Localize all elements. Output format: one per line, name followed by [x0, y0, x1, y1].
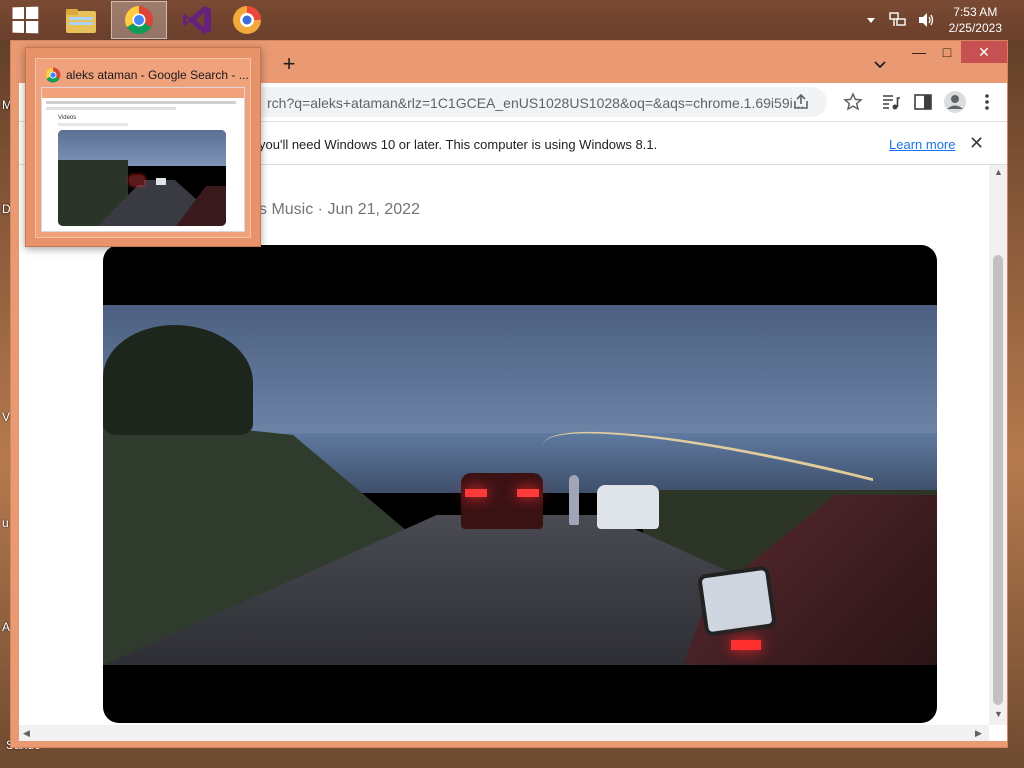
share-icon[interactable]: [791, 92, 811, 112]
side-mirror: [697, 565, 777, 637]
close-window-button[interactable]: ✕: [961, 41, 1007, 63]
chrome-icon: [125, 6, 153, 34]
scroll-down-arrow-icon[interactable]: ▼: [994, 709, 1003, 719]
vertical-scroll-thumb[interactable]: [993, 255, 1003, 705]
vertical-scrollbar[interactable]: ▲ ▼: [989, 165, 1007, 725]
person-figure: [569, 475, 579, 525]
scroll-up-arrow-icon[interactable]: ▲: [994, 167, 1003, 177]
window-controls: — □ ✕: [905, 41, 1007, 63]
taskbar: 7:53 AM 2/25/2023: [0, 0, 1024, 40]
taskbar-clock[interactable]: 7:53 AM 2/25/2023: [945, 4, 1024, 36]
tab-search-chevron-icon[interactable]: [873, 58, 887, 72]
preview-video-thumbnail: [58, 130, 226, 226]
chrome-favicon-icon: [45, 67, 61, 83]
profile-avatar-icon[interactable]: [943, 90, 967, 114]
horizontal-scrollbar[interactable]: ◀ ▶: [19, 725, 989, 741]
maximize-button[interactable]: □: [933, 41, 961, 63]
bookmark-star-icon[interactable]: [843, 92, 863, 112]
folder-icon: [66, 9, 96, 33]
windows-logo-icon: [12, 6, 39, 34]
network-icon[interactable]: [888, 12, 907, 28]
infobar-close-button[interactable]: ✕: [969, 133, 984, 154]
white-car: [597, 485, 659, 529]
video-player[interactable]: [103, 245, 937, 723]
new-tab-button[interactable]: +: [277, 53, 301, 77]
video-meta-line: s Music · Jun 21, 2022: [259, 201, 420, 218]
volume-icon[interactable]: [917, 12, 935, 28]
browser-orb-icon: [233, 6, 261, 34]
preview-screenshot: Videos: [41, 87, 245, 232]
taskbar-file-explorer[interactable]: [56, 0, 106, 40]
desktop-icon-label[interactable]: V: [2, 410, 10, 424]
visual-studio-icon: [183, 6, 211, 34]
minimize-button[interactable]: —: [905, 41, 933, 63]
preview-section-label: Videos: [58, 115, 77, 121]
preview-title: aleks ataman - Google Search - ...: [66, 68, 248, 82]
infobar-message: you'll need Windows 10 or later. This co…: [259, 137, 658, 152]
page-content: s Music · Jun 21, 2022 ▲ ▼ ◀ ▶: [19, 165, 1007, 741]
side-panel-icon[interactable]: [913, 92, 933, 112]
desktop-icon-label[interactable]: A: [2, 620, 10, 634]
address-bar-url: rch?q=aleks+ataman&rlz=1C1GCEA_enUS1028U…: [267, 95, 805, 111]
clock-date: 2/25/2023: [948, 21, 1002, 35]
taskbar-visual-studio[interactable]: [172, 0, 222, 40]
media-controls-icon[interactable]: [881, 92, 901, 112]
desktop-icon-label[interactable]: u: [2, 516, 9, 530]
learn-more-link[interactable]: Learn more: [889, 137, 955, 152]
clock-time: 7:53 AM: [953, 5, 998, 19]
red-car: [461, 473, 543, 529]
start-button[interactable]: [0, 0, 50, 40]
system-tray: 7:53 AM 2/25/2023: [866, 0, 1024, 40]
taskbar-browser-app[interactable]: [222, 0, 272, 40]
show-hidden-icons-icon[interactable]: [866, 17, 875, 23]
preview-card: aleks ataman - Google Search - ... Video…: [35, 58, 251, 238]
taskbar-thumbnail-preview[interactable]: aleks ataman - Google Search - ... Video…: [25, 47, 261, 247]
taskbar-google-chrome[interactable]: [111, 1, 167, 39]
more-menu-icon[interactable]: [977, 92, 997, 112]
video-frame: [103, 305, 937, 665]
scroll-left-arrow-icon[interactable]: ◀: [23, 728, 30, 739]
scroll-right-arrow-icon[interactable]: ▶: [975, 728, 982, 739]
